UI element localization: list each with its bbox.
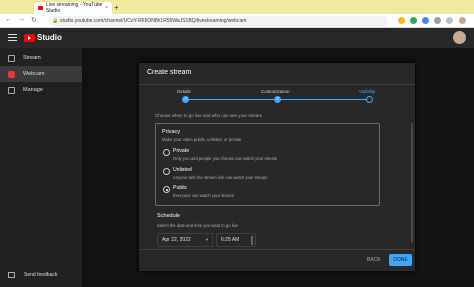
extension-icon[interactable]	[434, 17, 441, 24]
webcam-icon	[8, 70, 15, 78]
radio-unlisted[interactable]	[163, 168, 170, 175]
address-bar[interactable]: 🔒 studio.youtube.com/channel/UCoY-R65ON8…	[48, 16, 388, 26]
lock-icon: 🔒	[52, 18, 59, 24]
step-customization-label[interactable]: Customization	[261, 89, 290, 94]
sidebar-item-label: Webcam	[23, 71, 45, 77]
sidebar-item-stream[interactable]: Stream	[0, 50, 82, 66]
url-text: studio.youtube.com/channel/UCoY-R65ON8h1…	[60, 18, 247, 24]
extension-icon[interactable]	[446, 17, 453, 24]
option-public-desc: Everyone can watch your stream	[173, 193, 234, 198]
time-value: 6:25 AM	[221, 237, 240, 243]
browser-tab[interactable]: Live streaming - YouTube Studio ×	[34, 2, 112, 14]
back-button[interactable]: BACK	[367, 257, 381, 263]
dialog-title: Create stream	[147, 69, 192, 76]
extension-icon[interactable]	[398, 17, 405, 24]
option-unlisted-label[interactable]: Unlisted	[173, 167, 192, 173]
sidebar-item-manage[interactable]: Manage	[0, 82, 82, 98]
schedule-title: Schedule	[157, 213, 180, 219]
manage-icon	[8, 86, 15, 94]
studio-logo[interactable]: Studio	[24, 33, 62, 42]
profile-avatar[interactable]	[459, 17, 466, 24]
done-button[interactable]: DONE	[389, 254, 412, 266]
browser-toolbar: ← → ↻ 🔒 studio.youtube.com/channel/UCoY-…	[0, 14, 474, 28]
feedback-icon	[8, 272, 15, 278]
date-value: Apr 22, 2022	[162, 237, 191, 243]
time-scrollbar[interactable]	[251, 236, 253, 245]
send-feedback-link[interactable]: Send feedback	[8, 272, 57, 278]
back-icon[interactable]: ←	[5, 16, 12, 23]
sidebar: Stream Webcam Manage	[0, 48, 82, 287]
schedule-subtitle: Select the date and time you want to go …	[157, 223, 239, 228]
step-details-dot[interactable]: ✓	[182, 96, 189, 103]
divider	[139, 249, 415, 250]
new-tab-button[interactable]: +	[114, 3, 119, 12]
sidebar-item-label: Manage	[23, 87, 43, 93]
dialog-scrollbar[interactable]	[411, 123, 413, 243]
avatar[interactable]	[453, 31, 466, 44]
step-customization-dot[interactable]: ✓	[274, 96, 281, 103]
tab-close-icon[interactable]: ×	[105, 5, 108, 11]
radio-public[interactable]	[163, 186, 170, 193]
step-visibility-dot[interactable]	[366, 96, 373, 103]
forward-icon[interactable]: →	[18, 16, 25, 23]
time-input[interactable]: 6:25 AM	[216, 233, 256, 247]
feedback-label: Send feedback	[24, 272, 58, 278]
check-icon: ✓	[184, 96, 189, 102]
extension-icon[interactable]	[422, 17, 429, 24]
visibility-intro: Choose when to go live and who can see y…	[155, 113, 263, 118]
sidebar-item-webcam[interactable]: Webcam	[0, 66, 82, 82]
option-private-label[interactable]: Private	[173, 148, 189, 154]
browser-tab-strip: Live streaming - YouTube Studio × +	[0, 0, 474, 14]
chevron-down-icon: ▾	[205, 237, 208, 242]
step-details-label[interactable]: Details	[177, 89, 191, 94]
tab-title: Live streaming - YouTube Studio	[45, 2, 103, 14]
create-stream-dialog: Create stream Details Customization Visi…	[139, 63, 415, 271]
step-visibility-label[interactable]: Visibility	[359, 89, 375, 94]
option-private-desc: Only you and people you choose can watch…	[173, 156, 278, 161]
radio-private[interactable]	[163, 149, 170, 156]
privacy-panel: Privacy Make your video public, unlisted…	[155, 123, 380, 206]
stream-icon	[8, 54, 15, 62]
studio-header: Studio	[0, 28, 474, 48]
check-icon: ✓	[276, 96, 281, 102]
youtube-favicon-icon	[38, 6, 43, 10]
privacy-title: Privacy	[162, 129, 181, 135]
menu-icon[interactable]	[8, 34, 17, 41]
extension-icon[interactable]	[410, 17, 417, 24]
divider	[139, 84, 415, 85]
logo-text: Studio	[37, 33, 62, 42]
option-unlisted-desc: Anyone with the stream link can watch yo…	[173, 175, 268, 180]
reload-icon[interactable]: ↻	[31, 16, 37, 24]
privacy-subtitle: Make your video public, unlisted, or pri…	[162, 137, 242, 142]
date-picker[interactable]: Apr 22, 2022 ▾	[157, 233, 213, 247]
sidebar-item-label: Stream	[23, 55, 41, 61]
youtube-logo-icon	[24, 33, 35, 42]
option-public-label[interactable]: Public	[173, 185, 187, 191]
